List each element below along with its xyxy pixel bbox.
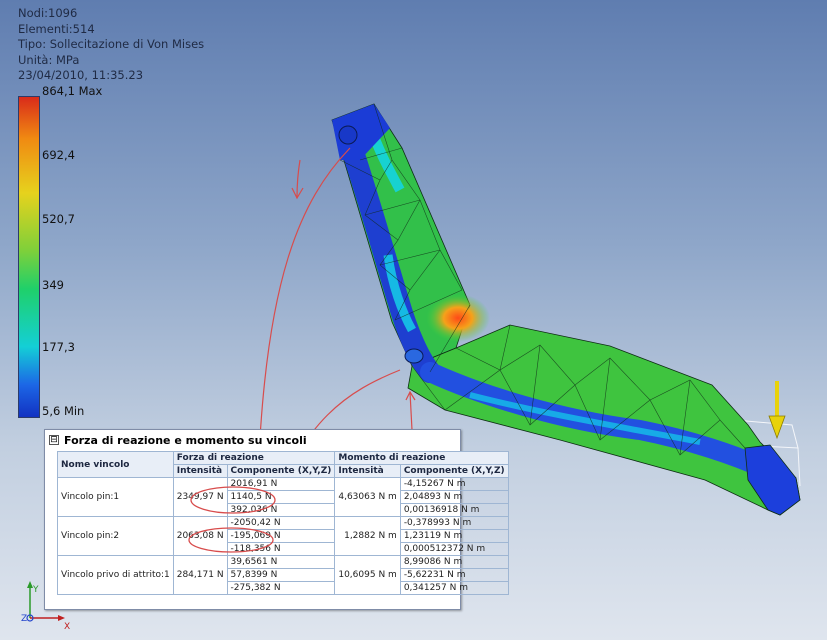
moment-component: 8,99086 N m: [399, 555, 509, 569]
legend-520: 520,7: [42, 212, 75, 226]
triad-z-label: Z: [21, 614, 27, 624]
moment-intensity: 1,2882 N m: [334, 516, 401, 556]
legend-min: 5,6 Min: [42, 404, 85, 418]
moment-component: 0,00136918 N m: [399, 503, 509, 517]
force-component: 2016,91 N: [226, 477, 336, 491]
legend-692: 692,4: [42, 148, 75, 162]
reaction-forces-panel: ⊟ Forza di reazione e momento su vincoli…: [44, 429, 509, 610]
moment-component: 2,04893 N m: [399, 490, 509, 504]
nodes-count: Nodi:1096: [18, 6, 78, 20]
force-intensity: 2063,08 N: [172, 516, 228, 556]
moment-intensity: 10,6095 N m: [334, 555, 401, 595]
col-group-force: Forza di reazione: [172, 451, 336, 465]
moment-intensity: 4,63063 N m: [334, 477, 401, 517]
panel-header[interactable]: ⊟ Forza di reazione e momento su vincoli: [45, 430, 460, 449]
moment-component: -5,62231 N m: [399, 568, 509, 582]
force-component: -2050,42 N: [226, 516, 336, 530]
constraint-name: Vincolo privo di attrito:1: [57, 555, 174, 595]
constraint-name: Vincolo pin:2: [57, 516, 174, 556]
moment-component: 0,341257 N m: [399, 581, 509, 595]
col-header-force-intensity: Intensità: [172, 464, 228, 478]
collapse-icon[interactable]: ⊟: [49, 435, 59, 445]
col-header-moment-intensity: Intensità: [334, 464, 401, 478]
col-header-force-component: Componente (X,Y,Z): [226, 464, 336, 478]
col-header-name: Nome vincolo: [57, 451, 174, 478]
force-component: -275,382 N: [226, 581, 336, 595]
legend-177: 177,3: [42, 340, 75, 354]
constraint-name: Vincolo pin:1: [57, 477, 174, 517]
table-row: Vincolo pin:1 2349,97 N 2016,91 N 4,6306…: [57, 477, 509, 517]
force-component: 1140,5 N: [226, 490, 336, 504]
force-component: 57,8399 N: [226, 568, 336, 582]
triad-x-label: X: [64, 622, 70, 632]
force-component: 392,036 N: [226, 503, 336, 517]
force-intensity: 284,171 N: [172, 555, 228, 595]
moment-component: 1,23119 N m: [399, 529, 509, 543]
force-intensity: 2349,97 N: [172, 477, 228, 517]
triad-y-label: Y: [32, 585, 39, 595]
force-component: -118,356 N: [226, 542, 336, 556]
stress-color-legend: [18, 96, 40, 418]
legend-max: 864,1 Max: [42, 84, 103, 98]
table-row: Vincolo pin:2 2063,08 N -2050,42 N 1,288…: [57, 516, 509, 556]
moment-component: -4,15267 N m: [399, 477, 509, 491]
panel-title: Forza di reazione e momento su vincoli: [64, 433, 307, 447]
force-component: 39,6561 N: [226, 555, 336, 569]
result-unit: Unità: MPa: [18, 52, 80, 67]
load-arrow-icon: [768, 381, 786, 440]
result-type: Tipo: Sollecitazione di Von Mises: [18, 37, 205, 51]
col-header-moment-component: Componente (X,Y,Z): [399, 464, 509, 478]
force-component: -195,069 N: [226, 529, 336, 543]
col-group-moment: Momento di reazione: [334, 451, 509, 465]
moment-component: 0,000512372 N m: [399, 542, 509, 556]
table-row: Vincolo privo di attrito:1 284,171 N 39,…: [57, 555, 509, 595]
legend-349: 349: [42, 278, 64, 292]
elements-count: Elementi:514: [18, 21, 95, 36]
timestamp: 23/04/2010, 11:35.23: [18, 68, 144, 82]
reaction-table: Nome vincolo Forza di reazione Momento d…: [57, 451, 509, 595]
moment-component: -0,378993 N m: [399, 516, 509, 530]
model-info: Nodi:1096 Elementi:514 Tipo: Sollecitazi…: [18, 6, 204, 84]
